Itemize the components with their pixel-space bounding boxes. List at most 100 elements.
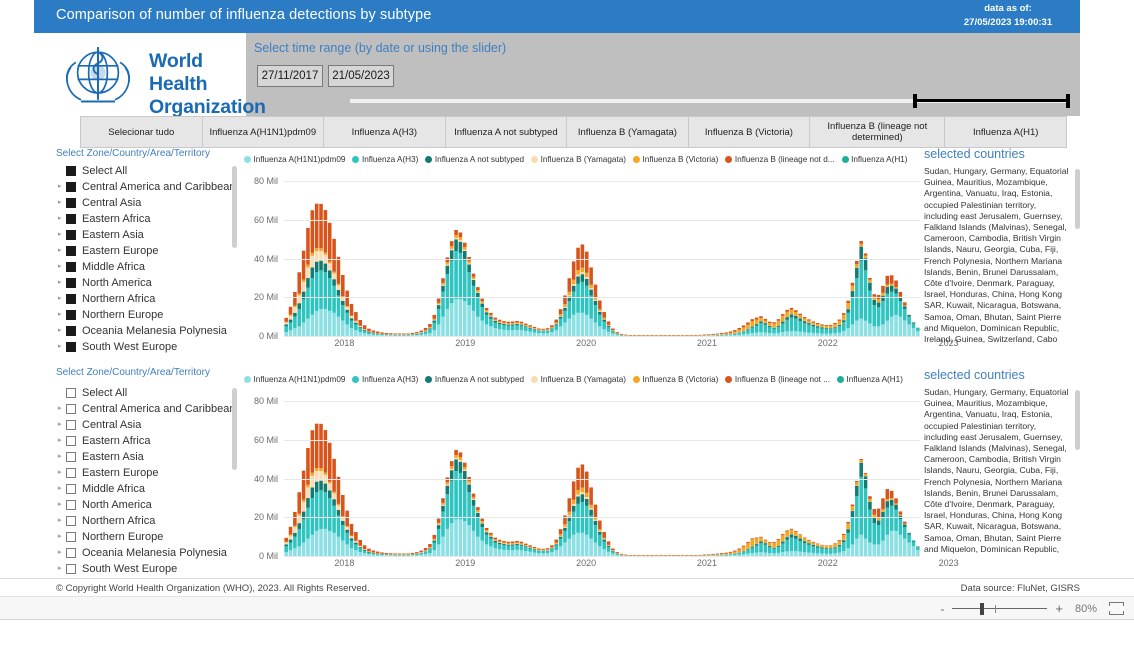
chevron-right-icon[interactable]: ▸ [56,484,66,494]
chevron-right-icon[interactable]: ▸ [56,230,66,240]
checkbox[interactable] [66,326,76,336]
zone-bottom-item[interactable]: ▸ North America [56,497,238,513]
zone-bottom-item[interactable]: ▸ Central Asia [56,417,238,433]
zone-bottom-item[interactable]: ▸ Eastern Asia [56,449,238,465]
chevron-right-icon[interactable]: ▸ [56,198,66,208]
checkbox[interactable] [66,230,76,240]
zoom-controls[interactable]: - + 80% [940,601,1124,616]
selected-countries-bottom-scrollbar[interactable] [1075,390,1080,450]
zone-selector-bottom-scrollbar[interactable] [232,388,237,470]
zone-top-item[interactable]: ▸Select All [56,163,238,179]
tab-influenza-a-h3[interactable]: Influenza A(H3) [324,117,446,147]
legend-item[interactable]: Influenza B (lineage not ... [725,375,830,384]
chevron-right-icon[interactable]: ▸ [56,500,66,510]
chevron-right-icon[interactable]: ▸ [56,404,66,414]
chevron-right-icon[interactable]: ▸ [56,246,66,256]
checkbox[interactable] [66,516,76,526]
chevron-right-icon[interactable]: ▸ [56,342,66,352]
chevron-right-icon[interactable]: ▸ [56,468,66,478]
zone-top-item[interactable]: ▸ Northern Africa [56,291,238,307]
tab-influenza-a-h1n1-pdm09[interactable]: Influenza A(H1N1)pdm09 [203,117,325,147]
legend-item[interactable]: Influenza A not subtyped [425,375,524,384]
chevron-right-icon[interactable]: ▸ [56,214,66,224]
chevron-right-icon[interactable]: ▸ [56,452,66,462]
checkbox[interactable] [66,532,76,542]
zone-bottom-item[interactable]: ▸ Oceania Melanesia Polynesia [56,545,238,561]
zone-top-item[interactable]: ▸ Eastern Asia [56,227,238,243]
checkbox[interactable] [66,166,76,176]
date-to-input[interactable]: 21/05/2023 [328,65,394,87]
legend-item[interactable]: Influenza A(H1) [841,155,908,164]
checkbox[interactable] [66,484,76,494]
zoom-slider[interactable] [952,602,1048,616]
zone-bottom-item[interactable]: ▸ Northern Africa [56,513,238,529]
zone-top-item[interactable]: ▸ South West Europe [56,339,238,355]
tab-influenza-b-victoria[interactable]: Influenza B (Victoria) [689,117,811,147]
checkbox[interactable] [66,342,76,352]
chevron-right-icon[interactable]: ▸ [56,532,66,542]
chevron-right-icon[interactable]: ▸ [56,294,66,304]
zone-top-item[interactable]: ▸ Central America and Caribbean [56,179,238,195]
chevron-right-icon[interactable]: ▸ [56,278,66,288]
legend-item[interactable]: Influenza A(H1N1)pdm09 [244,375,345,384]
zone-selector-bottom-list[interactable]: ▸Select All▸Central America and Caribbea… [56,385,238,577]
tab-influenza-b-yamagata[interactable]: Influenza B (Yamagata) [567,117,689,147]
legend-item[interactable]: Influenza A(H3) [352,155,418,164]
tab-influenza-b-lineage-not-determined[interactable]: Influenza B (lineage not determined) [810,117,946,147]
legend-item[interactable]: Influenza B (lineage not d... [725,155,835,164]
zone-top-item[interactable]: ▸ North America [56,275,238,291]
zone-bottom-item[interactable]: ▸ Middle Africa [56,481,238,497]
checkbox[interactable] [66,388,76,398]
chevron-right-icon[interactable]: ▸ [56,564,66,574]
legend-item[interactable]: Influenza A(H1) [837,375,903,384]
zoom-in-button[interactable]: + [1055,601,1063,616]
chart-bottom[interactable]: Influenza A(H1N1)pdm09 Influenza A(H3) Inf… [240,372,959,577]
checkbox[interactable] [66,404,76,414]
zone-top-item[interactable]: ▸ Eastern Europe [56,243,238,259]
legend-item[interactable]: Influenza B (Yamagata) [531,375,626,384]
tab-influenza-a-not-subtyped[interactable]: Influenza A not subtyped [446,117,568,147]
checkbox[interactable] [66,468,76,478]
checkbox[interactable] [66,420,76,430]
chevron-right-icon[interactable]: ▸ [56,516,66,526]
zoom-out-button[interactable]: - [940,603,944,615]
zone-bottom-item[interactable]: ▸ Northern Europe [56,529,238,545]
checkbox[interactable] [66,564,76,574]
legend-item[interactable]: Influenza A(H3) [352,375,418,384]
zone-bottom-item[interactable]: ▸ South West Europe [56,561,238,577]
checkbox[interactable] [66,548,76,558]
chevron-right-icon[interactable]: ▸ [56,420,66,430]
chevron-right-icon[interactable]: ▸ [56,310,66,320]
chevron-right-icon[interactable]: ▸ [56,182,66,192]
checkbox[interactable] [66,198,76,208]
checkbox[interactable] [66,310,76,320]
zone-top-item[interactable]: ▸ Middle Africa [56,259,238,275]
chevron-right-icon[interactable]: ▸ [56,548,66,558]
checkbox[interactable] [66,500,76,510]
zone-bottom-item[interactable]: ▸ Eastern Africa [56,433,238,449]
legend-item[interactable]: Influenza B (Victoria) [633,375,718,384]
subtype-tab-strip[interactable]: Selecionar tudo Influenza A(H1N1)pdm09 I… [80,116,1067,148]
checkbox[interactable] [66,278,76,288]
fit-to-page-icon[interactable] [1109,602,1124,615]
chevron-right-icon[interactable]: ▸ [56,262,66,272]
chevron-right-icon[interactable]: ▸ [56,436,66,446]
time-slider-range[interactable] [913,94,1070,108]
zone-top-item[interactable]: ▸ Eastern Africa [56,211,238,227]
legend-item[interactable]: Influenza A(H1N1)pdm09 [244,155,345,164]
zone-top-item[interactable]: ▸ Oceania Melanesia Polynesia [56,323,238,339]
checkbox[interactable] [66,436,76,446]
zone-top-item[interactable]: ▸ Central Asia [56,195,238,211]
zone-bottom-item[interactable]: ▸ Eastern Europe [56,465,238,481]
selected-countries-top-scrollbar[interactable] [1075,169,1080,229]
zone-selector-top-scrollbar[interactable] [232,166,237,248]
checkbox[interactable] [66,214,76,224]
tab-influenza-a-h1[interactable]: Influenza A(H1) [945,117,1066,147]
zone-top-item[interactable]: ▸ Northern Europe [56,307,238,323]
checkbox[interactable] [66,246,76,256]
checkbox[interactable] [66,452,76,462]
zone-bottom-item[interactable]: ▸ Central America and Caribbean [56,401,238,417]
tab-selecionar-tudo[interactable]: Selecionar tudo [81,117,203,147]
checkbox[interactable] [66,262,76,272]
chevron-right-icon[interactable]: ▸ [56,326,66,336]
